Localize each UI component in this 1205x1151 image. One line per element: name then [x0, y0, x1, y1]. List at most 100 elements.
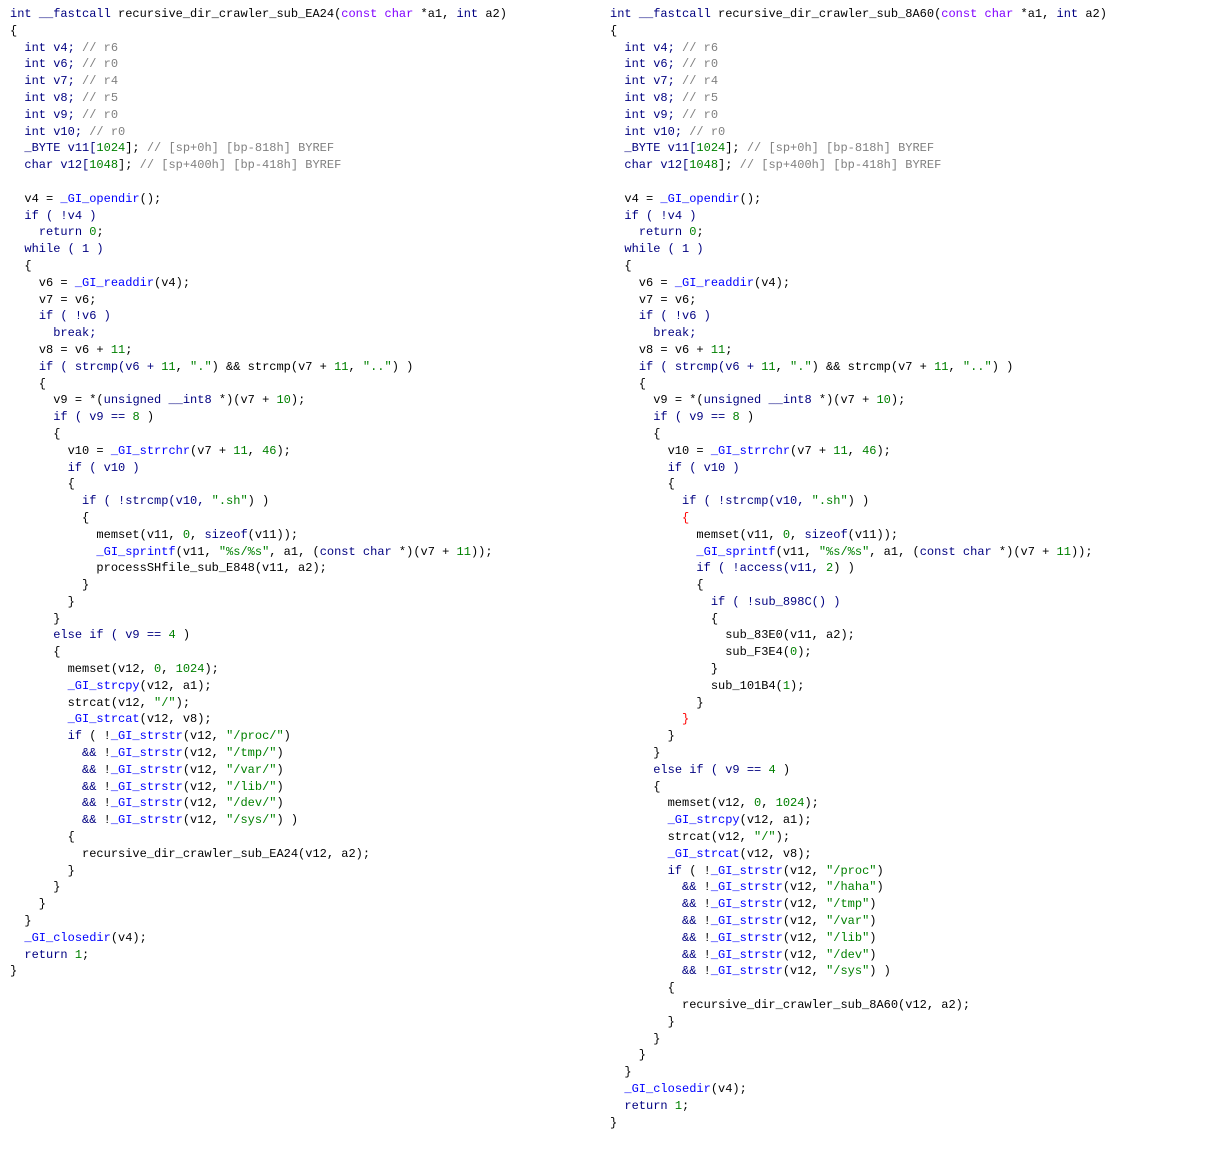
call-closedir: _GI_closedir	[624, 1082, 710, 1096]
t: , a1, (	[269, 545, 319, 559]
str: "/lib/"	[226, 780, 276, 794]
call-strcat: _GI_strcat	[68, 712, 140, 726]
num: 0	[183, 528, 190, 542]
param1: *a1	[1021, 7, 1043, 21]
return: return	[39, 225, 82, 239]
t: )	[776, 763, 790, 777]
t: ,	[948, 360, 962, 374]
sizeof: sizeof	[804, 528, 847, 542]
str: "/sys"	[826, 964, 869, 978]
t: ,	[790, 528, 804, 542]
decl: _BYTE v11[	[624, 141, 696, 155]
if: if ( !strcmp(v10,	[682, 494, 812, 508]
t: ) )	[833, 561, 855, 575]
cmt: // r5	[82, 91, 118, 105]
param-type: const char	[941, 7, 1013, 21]
call-strstr: _GI_strstr	[111, 780, 183, 794]
and: &&	[682, 897, 696, 911]
stmt: ;	[725, 343, 732, 357]
return: return	[639, 225, 682, 239]
break: break;	[53, 326, 96, 340]
param2-type: int	[457, 7, 479, 21]
call-strstr: _GI_strstr	[111, 763, 183, 777]
decl: _BYTE v11[	[24, 141, 96, 155]
str: "/dev/"	[226, 796, 276, 810]
t: );	[891, 393, 905, 407]
kw-int: int	[610, 7, 632, 21]
cmt: // [sp+0h] [bp-818h] BYREF	[147, 141, 334, 155]
num: 11	[111, 343, 125, 357]
param2: a2	[1085, 7, 1099, 21]
call-opendir: _GI_opendir	[60, 192, 139, 206]
str: "/haha"	[826, 880, 876, 894]
if: if ( strcmp(v6 +	[639, 360, 761, 374]
str: "/"	[754, 830, 776, 844]
and: &&	[82, 813, 96, 827]
str: "/sys/"	[226, 813, 276, 827]
stmt: v9 = *(	[53, 393, 103, 407]
str: "/proc/"	[226, 729, 284, 743]
t: *)(v7 +	[392, 545, 457, 559]
elseif: else if ( v9 ==	[53, 628, 168, 642]
param-type: const char	[341, 7, 413, 21]
call-readdir: _GI_readdir	[75, 276, 154, 290]
call-strstr: _GI_strstr	[711, 914, 783, 928]
t: (v11));	[248, 528, 298, 542]
t: ,	[248, 444, 262, 458]
if: if ( !sub_898C() )	[711, 595, 841, 609]
decl: int v7;	[624, 74, 674, 88]
str: "%s/%s"	[219, 545, 269, 559]
t: ));	[471, 545, 493, 559]
num: 1	[75, 948, 82, 962]
and: &&	[82, 763, 96, 777]
break: break;	[653, 326, 696, 340]
t: (v7 +	[790, 444, 833, 458]
num: 1024	[176, 662, 205, 676]
cmt: // r0	[682, 108, 718, 122]
t: (v12, a1);	[140, 679, 212, 693]
t: *)(v7 +	[992, 545, 1057, 559]
str: "/proc"	[826, 864, 876, 878]
if: if ( v9 ==	[653, 410, 732, 424]
param2: a2	[485, 7, 499, 21]
t: ) )	[992, 360, 1014, 374]
if: if ( !v4 )	[24, 209, 96, 223]
if: if ( !access(v11,	[696, 561, 826, 575]
t: (v11,	[776, 545, 819, 559]
t: (v11,	[176, 545, 219, 559]
return: return	[24, 948, 67, 962]
num: 1024	[96, 141, 125, 155]
call-strcat: _GI_strcat	[668, 847, 740, 861]
diff-brace-close: }	[682, 712, 689, 726]
if: if ( strcmp(v6 +	[39, 360, 161, 374]
decl: int v10;	[624, 125, 682, 139]
t: (v4);	[711, 1082, 747, 1096]
num: 1024	[776, 796, 805, 810]
call-strrchr: _GI_strrchr	[111, 444, 190, 458]
str: "/tmp"	[826, 897, 869, 911]
if: if	[668, 864, 682, 878]
call-sprintf: _GI_sprintf	[96, 545, 175, 559]
decl: int v9;	[24, 108, 74, 122]
kw-fastcall: __fastcall	[639, 7, 711, 21]
cmt: // r4	[682, 74, 718, 88]
decl: ];	[118, 158, 132, 172]
call-sub83e0: sub_83E0(v11, a2);	[725, 628, 855, 642]
t: (v11));	[848, 528, 898, 542]
t: (v7 +	[190, 444, 233, 458]
cmt: // [sp+400h] [bp-418h] BYREF	[740, 158, 942, 172]
func-name-right: recursive_dir_crawler_sub_8A60	[718, 7, 934, 21]
and: &&	[682, 948, 696, 962]
cmt: // [sp+0h] [bp-818h] BYREF	[747, 141, 934, 155]
decl: int v4;	[24, 41, 74, 55]
str: "/lib"	[826, 931, 869, 945]
stmt: v8 = v6 +	[39, 343, 111, 357]
t: );	[876, 444, 890, 458]
func-name-left: recursive_dir_crawler_sub_EA24	[118, 7, 334, 21]
t: ,	[161, 662, 175, 676]
return: return	[624, 1099, 667, 1113]
t: ) && strcmp(v7 +	[812, 360, 934, 374]
stmt: memset(v12,	[668, 796, 754, 810]
decl: ];	[125, 141, 139, 155]
num: 1	[675, 1099, 682, 1113]
